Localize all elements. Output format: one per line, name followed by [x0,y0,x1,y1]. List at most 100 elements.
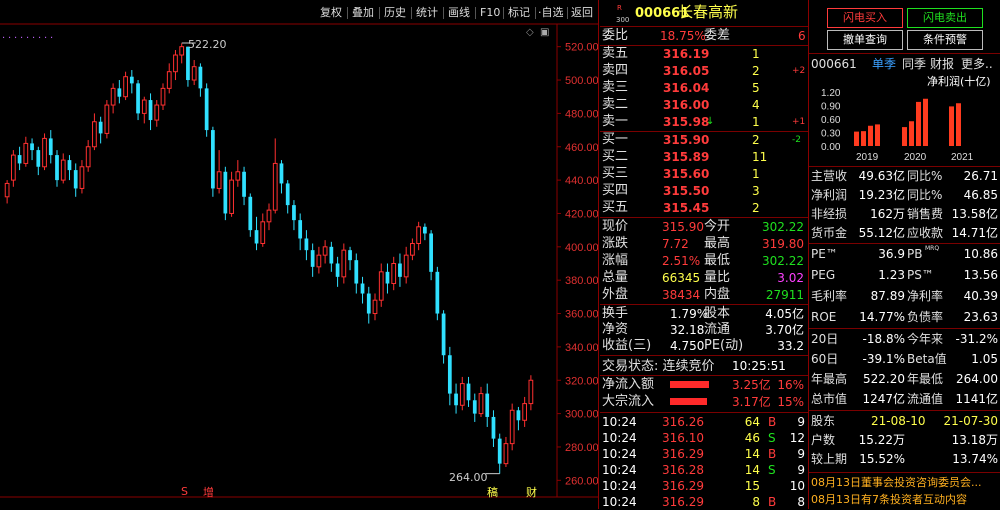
candle[interactable] [92,113,97,151]
book-row[interactable]: 卖五 316.19 1 [600,46,808,62]
candle[interactable] [298,213,303,251]
marker-gao[interactable]: 稿 [487,484,498,500]
candle[interactable] [398,253,402,287]
candle[interactable] [403,246,409,284]
candle[interactable] [354,253,359,294]
toolbar-zixuan-button[interactable]: ·自选 [538,3,564,23]
candle[interactable] [516,406,521,431]
candle[interactable] [110,83,116,114]
profit-bar[interactable] [854,131,859,146]
candle[interactable] [198,63,203,97]
candle[interactable] [73,163,78,197]
tick-row[interactable]: 10:24 316.28 14 S 9 [600,462,808,478]
candle[interactable] [429,230,433,281]
candle[interactable] [235,160,241,187]
candle[interactable] [191,60,197,86]
candle[interactable] [366,286,371,324]
tab-more[interactable]: 更多.. [961,56,993,72]
toolbar-diejia-button[interactable]: 叠加 [352,3,374,23]
candle[interactable] [17,146,22,171]
book-row[interactable]: 买四 315.50 3 [600,183,808,199]
cancel-query-button[interactable]: 撤单查询 [827,30,903,50]
candle[interactable] [491,410,496,447]
toolbar-biaoji-button[interactable]: 标记 [508,3,530,23]
candle[interactable] [60,153,66,184]
profit-bar[interactable] [861,131,866,146]
kline-chart[interactable]: · · · · · · · · ·260.00280.00300.00320.00340.003… [0,0,600,509]
candle[interactable] [466,376,471,407]
tab-danji[interactable]: 单季 [872,56,896,72]
candle[interactable] [216,150,222,194]
candle[interactable] [447,346,452,406]
candle[interactable] [416,221,422,251]
candle[interactable] [104,100,110,139]
candle[interactable] [254,216,259,251]
candle[interactable] [391,256,397,291]
candle[interactable] [272,138,278,214]
profit-bar[interactable] [949,106,954,146]
tick-row[interactable]: 10:24 316.10 46 S 12 [600,430,808,446]
candle[interactable] [179,43,185,64]
candle[interactable] [378,263,384,307]
candle[interactable] [160,83,166,111]
candle[interactable] [441,310,446,364]
chart-settings-icon[interactable]: ▣ [540,27,549,38]
candle[interactable] [23,136,29,167]
candle[interactable] [509,403,515,451]
book-row[interactable]: 买一 315.90 2 -2 [600,132,808,148]
candle[interactable] [372,293,378,321]
candle[interactable] [472,393,477,422]
toolbar-fanhui-button[interactable]: 返回 [571,3,593,23]
candle[interactable] [85,140,91,172]
tick-row[interactable]: 10:24 316.29 8 B 8 [600,494,808,510]
candle[interactable] [335,256,340,287]
candle[interactable] [55,150,59,187]
profit-bar[interactable] [909,121,914,146]
toolbar-fuquan-button[interactable]: 复权 [320,3,342,23]
book-row[interactable]: 卖三 316.04 5 [600,80,808,96]
candle[interactable] [522,396,528,427]
candle[interactable] [42,133,47,171]
profit-bar[interactable] [916,101,921,146]
candle[interactable] [503,436,509,467]
candle[interactable] [478,386,484,417]
tick-row[interactable]: 10:24 316.26 64 B 9 [600,414,808,430]
candle[interactable] [423,223,427,241]
profit-bar[interactable] [923,98,928,146]
tick-row[interactable]: 10:24 316.29 15 10 [600,478,808,494]
toolbar-huaxian-button[interactable]: 画线 [448,3,470,23]
marker-zeng[interactable]: 增 [203,484,214,500]
news-item[interactable]: 08月13日有7条投资者互动内容 [811,492,999,508]
book-row[interactable]: 买二 315.89 11 [600,149,808,165]
toolbar-tongji-button[interactable]: 统计 [416,3,438,23]
candle[interactable] [173,50,178,81]
marker-s[interactable]: S [181,485,188,498]
profit-bar[interactable] [868,125,873,146]
kline-chart-area[interactable]: · · · · · · · · · 260.00 280.00 300.00 320.00 340.00 3… [0,0,600,509]
candle[interactable] [48,130,53,164]
candle[interactable] [435,266,440,321]
profit-bar[interactable] [875,124,880,146]
candle[interactable] [30,138,34,161]
candle[interactable] [410,238,415,261]
candle[interactable] [385,263,390,294]
marker-cai[interactable]: 财 [526,484,537,500]
candle[interactable] [98,116,103,144]
candle[interactable] [528,375,534,411]
book-row[interactable]: 卖四 316.05 2 +2 [600,63,808,79]
candle[interactable] [266,203,272,231]
candle[interactable] [285,180,290,214]
candle[interactable] [485,383,490,427]
candle[interactable] [79,160,85,194]
candle[interactable] [459,376,465,411]
candle[interactable] [292,200,296,231]
stock-name[interactable]: 长春高新 [678,4,738,20]
candle[interactable] [316,246,322,274]
diamond-icon[interactable]: ◇ [526,27,534,38]
condition-alert-button[interactable]: 条件预警 [907,30,983,50]
candle[interactable] [129,70,134,94]
candle[interactable] [497,433,502,474]
book-row[interactable]: 买三 315.60 1 [600,166,808,182]
candle[interactable] [454,383,458,414]
candle[interactable] [260,213,266,247]
